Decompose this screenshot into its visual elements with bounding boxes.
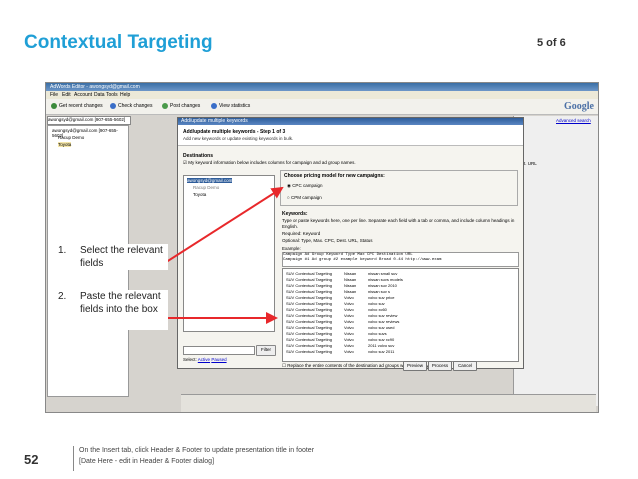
footer-line-2: [Date Here - edit in Header & Footer dia… (79, 458, 215, 465)
callout-1: 1. Select the relevant fields (58, 244, 168, 270)
footer-divider (73, 446, 74, 471)
arrow-1 (159, 186, 284, 267)
callout-1-number: 1. (58, 245, 67, 256)
callout-2: 2. Paste the relevant fields into the bo… (58, 290, 168, 330)
callout-2-text: Paste the relevant fields into the box (80, 291, 161, 315)
callout-arrows (159, 186, 284, 324)
callout-1-text: Select the relevant fields (80, 245, 163, 269)
footer-line-1: On the Insert tab, click Header & Footer… (79, 447, 315, 454)
callout-2-number: 2. (58, 291, 67, 302)
slide-number: 52 (24, 452, 39, 467)
